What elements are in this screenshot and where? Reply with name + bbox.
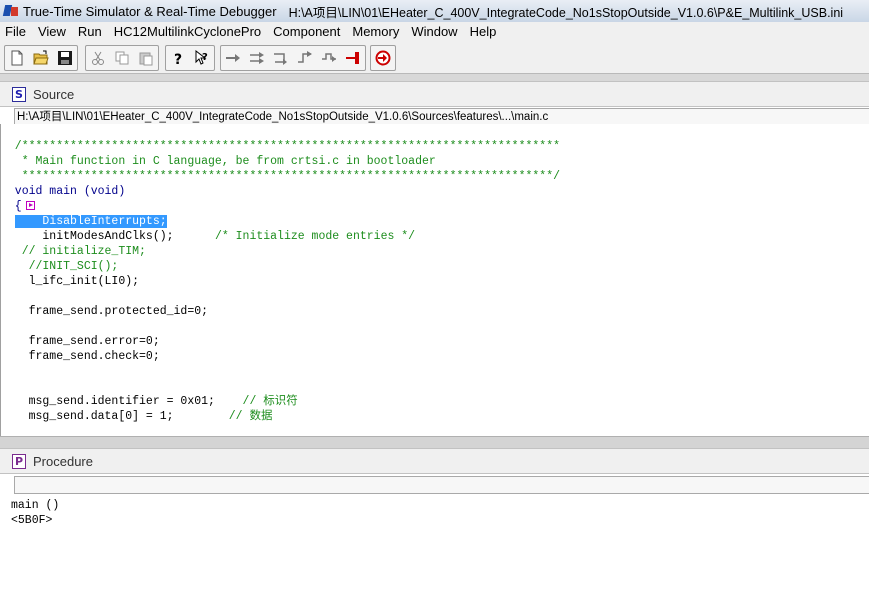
menu-hc12multilinkcyclonepro[interactable]: HC12MultilinkCyclonePro (108, 22, 267, 42)
current-statement-highlight: DisableInterrupts; (14, 215, 167, 228)
step-over-icon[interactable] (270, 47, 292, 69)
source-line[interactable]: DisableInterrupts; (1, 214, 167, 229)
program-counter-marker-icon[interactable] (25, 201, 35, 211)
menu-help[interactable]: Help (464, 22, 503, 42)
source-line[interactable]: /***************************************… (1, 139, 560, 154)
menu-component[interactable]: Component (267, 22, 346, 42)
menu-view[interactable]: View (32, 22, 72, 42)
code-text: frame_send.error=0; (1, 335, 160, 348)
procedure-info-field (14, 476, 869, 494)
reset-toolbar-group (370, 45, 396, 71)
menu-run[interactable]: Run (72, 22, 108, 42)
title-bar: True-Time Simulator & Real-Time Debugger… (0, 0, 869, 23)
code-comment: * Main function in C language, be from c… (1, 155, 436, 168)
svg-text:?: ? (202, 52, 208, 63)
procedure-panel-title: Procedure (33, 453, 93, 469)
code-text: initModesAndClks(); (1, 230, 215, 243)
source-line[interactable]: void main (void) (1, 184, 125, 199)
source-line[interactable]: frame_send.protected_id=0; (1, 304, 208, 319)
source-panel-icon: S (12, 86, 26, 102)
open-folder-icon[interactable] (30, 47, 52, 69)
code-comment: //INIT_SCI(); (1, 260, 119, 273)
code-text: l_ifc_init(LI0); (1, 275, 140, 288)
source-code-view[interactable]: /***************************************… (0, 124, 869, 436)
code-comment: /***************************************… (1, 140, 560, 153)
code-comment: /* Initialize mode entries */ (214, 230, 416, 243)
reset-target-icon[interactable] (372, 47, 394, 69)
start-continue-icon[interactable] (222, 47, 244, 69)
cut-icon[interactable] (87, 47, 109, 69)
halt-icon[interactable] (342, 47, 364, 69)
source-line[interactable]: // initialize_TIM; (1, 244, 146, 259)
window-title: True-Time Simulator & Real-Time Debugger (23, 3, 277, 19)
procedure-panel-icon: P (12, 453, 26, 469)
new-file-icon[interactable] (6, 47, 28, 69)
code-text: msg_send.identifier = 0x01; (1, 395, 243, 408)
source-line[interactable]: msg_send.identifier = 0x01; // 标识符 (1, 394, 298, 409)
source-line[interactable]: ****************************************… (1, 169, 560, 184)
code-text: frame_send.protected_id=0; (1, 305, 209, 318)
code-comment: // initialize_TIM; (1, 245, 146, 258)
menu-memory[interactable]: Memory (346, 22, 405, 42)
menu-file[interactable]: File (0, 22, 32, 42)
source-line[interactable]: //INIT_SCI(); (1, 259, 119, 274)
run-toolbar-group (220, 45, 366, 71)
toolbar: ? ? (0, 42, 869, 74)
menu-bar: File View Run HC12MultilinkCyclonePro Co… (0, 22, 869, 42)
paste-icon[interactable] (135, 47, 157, 69)
app-icon (2, 4, 18, 18)
code-comment: ****************************************… (1, 170, 560, 183)
call-stack-entry[interactable]: <5B0F> (11, 513, 869, 528)
source-line[interactable]: msg_send.data[0] = 1; // 数据 (1, 409, 273, 424)
source-panel-header[interactable]: S Source (0, 81, 869, 107)
step-out-icon[interactable] (294, 47, 316, 69)
menu-window[interactable]: Window (405, 22, 463, 42)
help-toolbar-group: ? ? (165, 45, 215, 71)
code-text: { (1, 200, 22, 213)
code-text: void main (void) (1, 185, 126, 198)
edit-toolbar-group (85, 45, 159, 71)
assembly-step-icon[interactable] (318, 47, 340, 69)
help-icon[interactable]: ? (167, 47, 189, 69)
file-toolbar-group (4, 45, 78, 71)
procedure-call-stack[interactable]: main () <5B0F> (11, 498, 869, 599)
code-text: frame_send.check=0; (1, 350, 160, 363)
context-help-icon[interactable]: ? (191, 47, 213, 69)
call-stack-entry[interactable]: main () (11, 498, 869, 513)
code-text: msg_send.data[0] = 1; (1, 410, 229, 423)
svg-text:?: ? (174, 52, 182, 66)
procedure-panel-header[interactable]: P Procedure (0, 448, 869, 474)
source-panel-title: Source (33, 86, 75, 102)
copy-icon[interactable] (111, 47, 133, 69)
source-line[interactable]: l_ifc_init(LI0); (1, 274, 139, 289)
source-line[interactable]: initModesAndClks(); /* Initialize mode e… (1, 229, 415, 244)
code-comment: // 标识符 (242, 395, 298, 408)
source-line[interactable]: * Main function in C language, be from c… (1, 154, 436, 169)
code-comment: // 数据 (228, 410, 273, 423)
config-path: H:\A项目\LIN\01\EHeater_C_400V_IntegrateCo… (288, 5, 844, 20)
source-line[interactable]: frame_send.check=0; (1, 349, 160, 364)
source-line[interactable]: { (1, 199, 35, 214)
source-line[interactable]: frame_send.error=0; (1, 334, 160, 349)
single-step-icon[interactable] (246, 47, 268, 69)
save-icon[interactable] (54, 47, 76, 69)
